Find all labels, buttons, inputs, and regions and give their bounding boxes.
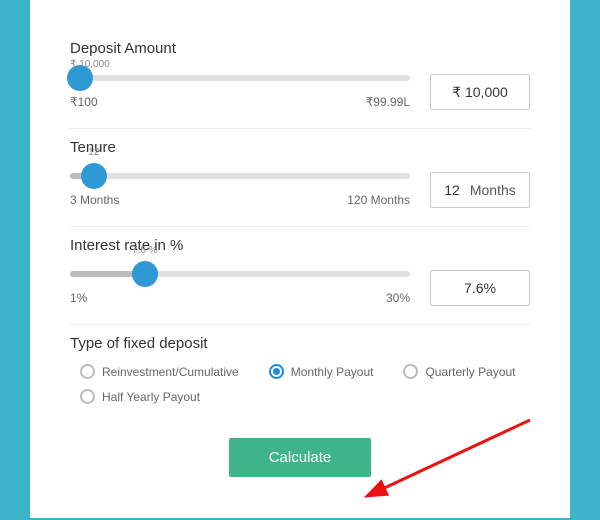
rate-min: 1%	[70, 291, 87, 305]
deposit-section: Deposit Amount ₹ 10,000 ₹100 ₹99.99L ₹ 1…	[70, 30, 530, 129]
radio-label: Reinvestment/Cumulative	[102, 365, 239, 379]
radio-quarterly-payout[interactable]: Quarterly Payout	[403, 364, 515, 379]
tenure-label: Tenure	[70, 139, 530, 156]
radio-half-yearly-payout[interactable]: Half Yearly Payout	[80, 389, 200, 404]
deposit-slider[interactable]: ₹100 ₹99.99L	[70, 75, 410, 109]
tenure-slider[interactable]: 12 3 Months 120 Months	[70, 173, 410, 207]
rate-value-input[interactable]: 7.6%	[430, 270, 530, 306]
rate-slider-thumb[interactable]: 7.6 %	[132, 261, 158, 287]
rate-max: 30%	[386, 291, 410, 305]
rate-thumb-value: 7.6 %	[132, 245, 158, 256]
tenure-slider-thumb[interactable]: 12	[81, 163, 107, 189]
deposit-label: Deposit Amount	[70, 40, 530, 57]
radio-label: Quarterly Payout	[425, 365, 515, 379]
deposit-value-text: ₹ 10,000	[452, 84, 508, 101]
deposit-value-input[interactable]: ₹ 10,000	[430, 74, 530, 110]
tenure-value-text: 12	[444, 182, 460, 198]
tenure-value-input[interactable]: 12 Months	[430, 172, 530, 208]
deposit-max: ₹99.99L	[366, 95, 410, 109]
deposit-tooltip: ₹ 10,000	[70, 59, 530, 70]
deposit-slider-thumb[interactable]	[67, 65, 93, 91]
tenure-unit-text: Months	[470, 182, 516, 198]
radio-monthly-payout[interactable]: Monthly Payout	[269, 364, 374, 379]
tenure-thumb-value: 12	[88, 147, 99, 158]
radio-label: Monthly Payout	[291, 365, 374, 379]
fd-calculator-card: Deposit Amount ₹ 10,000 ₹100 ₹99.99L ₹ 1…	[30, 0, 570, 518]
tenure-max: 120 Months	[347, 193, 410, 207]
tenure-section: Tenure 12 3 Months 120 Months 12 Months	[70, 129, 530, 227]
rate-slider[interactable]: 7.6 % 1% 30%	[70, 271, 410, 305]
radio-icon	[403, 364, 418, 379]
tenure-min: 3 Months	[70, 193, 119, 207]
radio-reinvestment-cumulative[interactable]: Reinvestment/Cumulative	[80, 364, 239, 379]
calculate-button[interactable]: Calculate	[229, 438, 372, 477]
radio-icon	[80, 364, 95, 379]
rate-section: Interest rate in % 7.6 % 1% 30% 7.6%	[70, 227, 530, 325]
type-section: Type of fixed deposit Reinvestment/Cumul…	[70, 325, 530, 422]
deposit-min: ₹100	[70, 95, 98, 109]
type-label: Type of fixed deposit	[70, 335, 530, 352]
radio-icon	[269, 364, 284, 379]
radio-label: Half Yearly Payout	[102, 390, 200, 404]
rate-value-text: 7.6%	[464, 280, 496, 296]
radio-icon	[80, 389, 95, 404]
